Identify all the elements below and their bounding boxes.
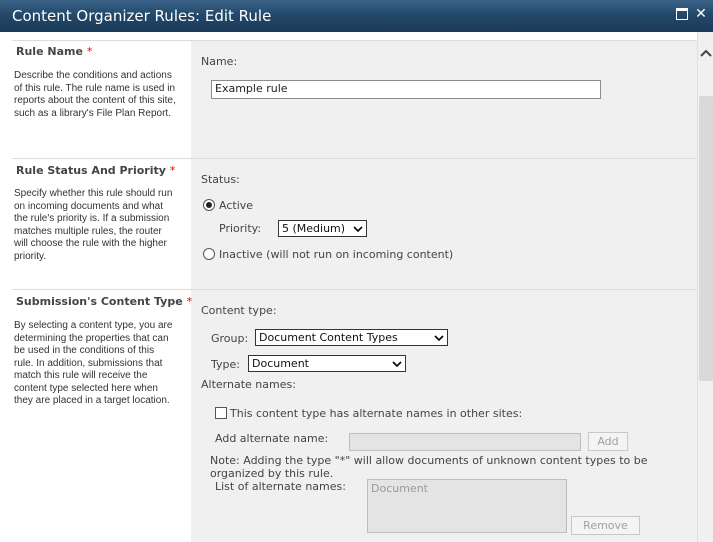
chevron-up-icon[interactable] (698, 46, 713, 62)
rule-name-section-title: Rule Name * (16, 45, 92, 58)
group-select-value: Document Content Types (259, 331, 398, 344)
dialog-title: Content Organizer Rules: Edit Rule (12, 7, 272, 25)
section-divider (12, 158, 697, 159)
close-icon[interactable]: ✕ (695, 7, 707, 21)
maximize-icon[interactable] (676, 8, 688, 20)
priority-select[interactable]: 5 (Medium) (278, 220, 367, 237)
required-marker: * (86, 45, 93, 58)
content-type-title-text: Submission's Content Type (16, 295, 183, 308)
priority-select-value: 5 (Medium) (282, 222, 346, 235)
alternate-names-checkbox-label[interactable]: This content type has alternate names in… (230, 407, 522, 420)
chevron-down-icon (353, 226, 363, 233)
dialog-content: Rule Name * Describe the conditions and a… (0, 32, 697, 542)
section-divider (12, 40, 697, 41)
rule-name-title-text: Rule Name (16, 45, 83, 58)
inactive-radio[interactable] (203, 248, 215, 260)
list-item: Document (371, 482, 428, 495)
section-divider (12, 289, 697, 290)
alternate-names-label: Alternate names: (201, 378, 296, 391)
type-label: Type: (211, 358, 240, 371)
chevron-down-icon (392, 361, 402, 368)
content-type-label: Content type: (201, 304, 277, 317)
inactive-label[interactable]: Inactive (will not run on incoming conte… (219, 248, 453, 261)
scrollbar-thumb[interactable] (699, 96, 713, 381)
type-select[interactable]: Document (248, 355, 406, 372)
dialog-titlebar: Content Organizer Rules: Edit Rule ✕ (0, 0, 713, 32)
chevron-down-icon (434, 335, 444, 342)
active-radio[interactable] (203, 199, 215, 211)
content-type-section-title: Submission's Content Type * (16, 295, 192, 308)
status-title-text: Rule Status And Priority (16, 164, 166, 177)
add-alternate-name-label: Add alternate name: (215, 432, 329, 445)
alternate-names-list[interactable]: Document (367, 479, 567, 533)
status-section-title: Rule Status And Priority * (16, 164, 175, 177)
content-type-description: By selecting a content type, you are det… (14, 320, 173, 406)
required-marker: * (186, 295, 193, 308)
active-label[interactable]: Active (219, 199, 253, 212)
alternate-names-list-label: List of alternate names: (215, 480, 346, 493)
add-button[interactable]: Add (588, 432, 628, 451)
rule-name-input[interactable]: Example rule (211, 80, 601, 99)
group-label: Group: (211, 332, 249, 345)
status-description: Specify whether this rule should run on … (14, 188, 173, 262)
type-select-value: Document (252, 357, 309, 370)
priority-label: Priority: (219, 222, 262, 235)
rule-name-description: Describe the conditions and actions of t… (14, 70, 176, 119)
name-label: Name: (201, 55, 238, 68)
remove-button[interactable]: Remove (571, 516, 640, 535)
vertical-scrollbar[interactable] (697, 32, 713, 542)
alternate-name-input[interactable] (349, 433, 581, 451)
required-marker: * (169, 164, 176, 177)
group-select[interactable]: Document Content Types (255, 329, 448, 346)
alternate-names-checkbox[interactable] (215, 407, 227, 419)
status-label: Status: (201, 173, 240, 186)
unknown-type-note: Note: Adding the type "*" will allow doc… (210, 454, 648, 480)
